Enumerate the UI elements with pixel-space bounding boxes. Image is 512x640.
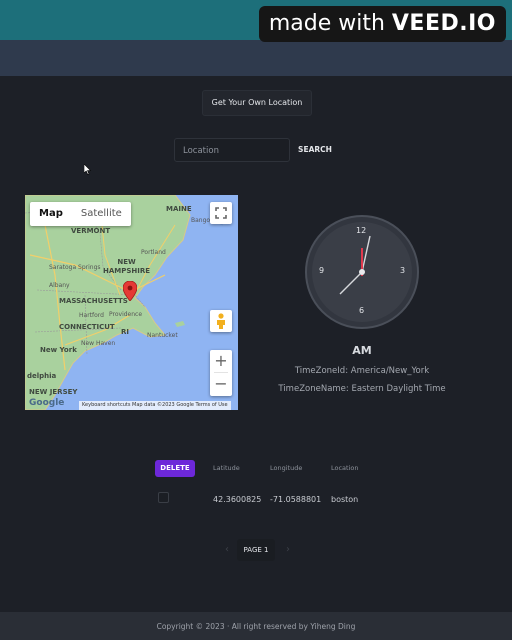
map-label-new-hampshire: NEW HAMPSHIRE [103, 258, 151, 275]
zoom-control: + − [210, 350, 232, 396]
map-attribution[interactable]: Keyboard shortcuts Map data ©2023 Google… [79, 401, 231, 410]
cell-location: boston [331, 495, 359, 504]
map-terrain [25, 195, 224, 410]
fullscreen-icon[interactable] [210, 202, 232, 224]
google-logo: Google [29, 398, 65, 408]
zoom-out-button[interactable]: − [210, 373, 232, 395]
map-label-portland: Portland [141, 249, 166, 256]
column-header-longitude: Longitude [270, 464, 303, 472]
clock-number-6: 6 [359, 306, 365, 315]
cell-longitude: -71.0588801 [270, 495, 322, 504]
prev-page-button[interactable]: ‹ [220, 542, 234, 558]
map-view[interactable]: MAINE Bangor VERMONT Portland NEW HAMPSH… [25, 195, 238, 410]
map-label-connecticut: CONNECTICUT [59, 323, 115, 331]
map-label-albany: Albany [49, 282, 70, 289]
column-header-location: Location [331, 464, 359, 472]
time-period-label: AM [352, 344, 372, 357]
map-label-nantucket: Nantucket [147, 332, 178, 339]
clock-number-9: 9 [319, 266, 325, 275]
map-label-new-jersey: NEW JERSEY [29, 388, 78, 396]
map-label-new-york: New York [40, 346, 77, 354]
map-type-map-button[interactable]: Map [30, 202, 72, 226]
analog-clock: 12 3 6 9 [304, 214, 420, 330]
map-label-vermont: VERMONT [71, 227, 111, 235]
clock-number-3: 3 [400, 266, 406, 275]
search-button[interactable]: SEARCH [296, 138, 334, 162]
map-label-saratoga: Saratoga Springs [49, 264, 101, 271]
map-label-philadelphia: delphia [27, 372, 57, 380]
column-header-latitude: Latitude [213, 464, 240, 472]
timezone-id: TimeZoneId: America/New_York [294, 366, 430, 376]
timezone-name: TimeZoneName: Eastern Daylight Time [278, 384, 446, 394]
delete-button[interactable]: DELETE [155, 460, 195, 477]
next-page-button[interactable]: › [281, 542, 295, 558]
veed-watermark: made with VEED.IO [258, 6, 506, 42]
map-label-maine: MAINE [166, 205, 192, 213]
watermark-brand: VEED.IO [391, 11, 496, 36]
map-type-satellite-button[interactable]: Satellite [72, 202, 131, 226]
map-type-switcher: Map Satellite [30, 202, 131, 226]
map-label-providence: Providence [109, 311, 143, 318]
mouse-cursor-icon [83, 160, 92, 179]
map-label-massachusetts: MASSACHUSETTS [59, 297, 128, 305]
current-page-indicator[interactable]: PAGE 1 [237, 539, 275, 561]
street-view-pegman-icon[interactable] [210, 310, 232, 332]
header-stripe [0, 40, 512, 76]
map-label-hartford: Hartford [79, 312, 104, 319]
get-own-location-button[interactable]: Get Your Own Location [202, 90, 312, 116]
cell-latitude: 42.3600825 [213, 495, 262, 504]
watermark-prefix: made with [268, 11, 392, 36]
map-label-new-haven: New Haven [81, 340, 116, 347]
location-input[interactable]: Location [174, 138, 290, 162]
footer-copyright: Copyright © 2023 · All right reserved by… [156, 622, 356, 631]
row-checkbox[interactable] [158, 492, 169, 503]
clock-number-12: 12 [356, 226, 367, 235]
map-label-ri: RI [121, 328, 129, 336]
zoom-in-button[interactable]: + [210, 350, 232, 372]
